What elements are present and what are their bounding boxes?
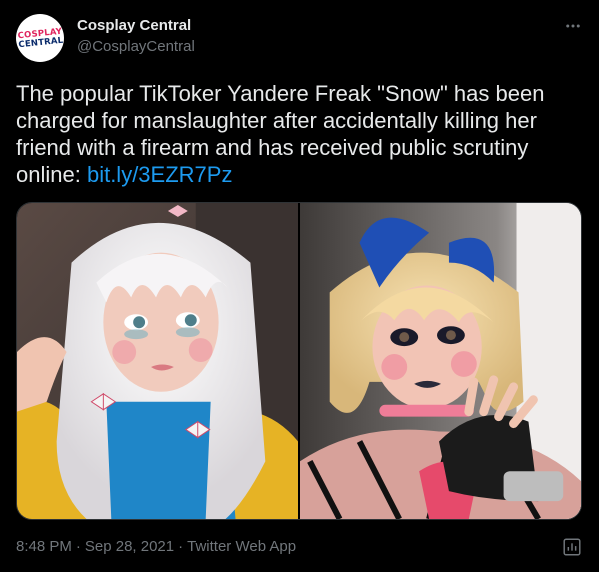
- photo-right-image: [300, 203, 581, 519]
- photo-left-image: [17, 203, 298, 519]
- tweet-link[interactable]: bit.ly/3EZR7Pz: [87, 162, 233, 187]
- analytics-button[interactable]: [561, 536, 583, 558]
- display-name[interactable]: Cosplay Central: [77, 17, 191, 34]
- more-button[interactable]: [561, 14, 585, 38]
- tweet-source[interactable]: Twitter Web App: [187, 538, 296, 555]
- photo-right[interactable]: [300, 203, 581, 519]
- meta-separator: ·: [75, 538, 81, 555]
- tweet: COSPLAY CENTRAL Cosplay Central @Cosplay…: [0, 0, 599, 572]
- avatar[interactable]: COSPLAY CENTRAL: [16, 14, 64, 62]
- meta-separator: ·: [178, 538, 184, 555]
- analytics-icon: [563, 538, 581, 556]
- cosplay-central-logo: COSPLAY CENTRAL: [17, 26, 63, 49]
- more-horizontal-icon: [566, 24, 580, 28]
- media-grid: [16, 202, 582, 520]
- tweet-text: The popular TikToker Yandere Freak "Snow…: [16, 80, 584, 188]
- tweet-meta: 8:48 PM · Sep 28, 2021 · Twitter Web App: [16, 538, 296, 555]
- tweet-time[interactable]: 8:48 PM: [16, 538, 72, 555]
- tweet-date[interactable]: Sep 28, 2021: [85, 538, 174, 555]
- photo-left[interactable]: [17, 203, 298, 519]
- handle[interactable]: @CosplayCentral: [77, 38, 195, 55]
